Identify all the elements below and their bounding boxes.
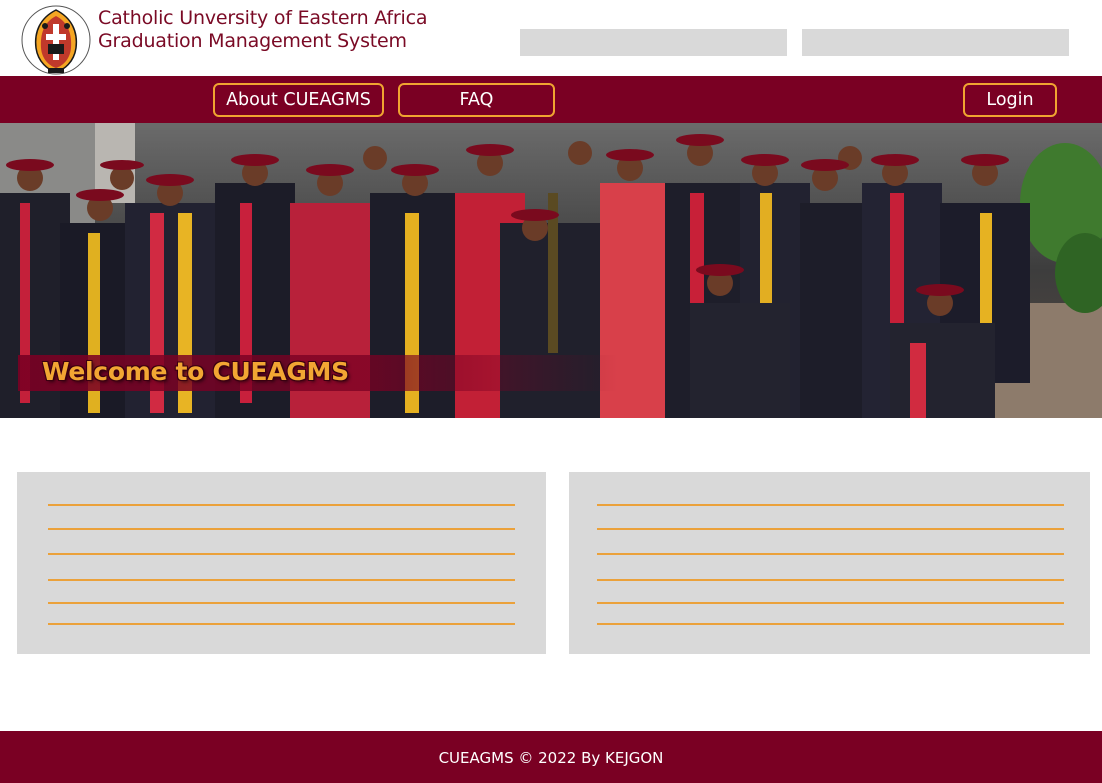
about-button[interactable]: About CUEAGMS bbox=[213, 83, 384, 117]
hero-banner: Welcome to CUEAGMS bbox=[0, 123, 1102, 418]
site-title-line2: Graduation Management System bbox=[98, 29, 407, 52]
header-placeholder-box-1 bbox=[520, 29, 787, 56]
panel-line bbox=[597, 553, 1064, 555]
content-panel-left bbox=[17, 472, 546, 654]
panel-line bbox=[48, 579, 515, 581]
panel-line bbox=[597, 623, 1064, 625]
panel-line bbox=[48, 602, 515, 604]
faq-button[interactable]: FAQ bbox=[398, 83, 555, 117]
panel-line bbox=[48, 553, 515, 555]
content-panel-right bbox=[569, 472, 1090, 654]
site-footer: CUEAGMS © 2022 By KEJGON bbox=[0, 731, 1102, 783]
panel-line bbox=[597, 504, 1064, 506]
university-crest-icon[interactable] bbox=[20, 4, 92, 76]
panel-line bbox=[597, 602, 1064, 604]
site-title: Catholic Unversity of Eastern Africa Gra… bbox=[98, 7, 427, 52]
footer-copyright: CUEAGMS © 2022 By KEJGON bbox=[438, 749, 664, 767]
panel-line bbox=[597, 579, 1064, 581]
site-header: Catholic Unversity of Eastern Africa Gra… bbox=[0, 0, 1102, 76]
login-button[interactable]: Login bbox=[963, 83, 1057, 117]
panel-line bbox=[48, 528, 515, 530]
nav-bar: About CUEAGMS FAQ Login bbox=[0, 76, 1102, 123]
welcome-heading: Welcome to CUEAGMS bbox=[42, 357, 349, 386]
site-title-line1: Catholic Unversity of Eastern Africa bbox=[98, 7, 428, 29]
panel-line bbox=[48, 504, 515, 506]
panel-line bbox=[48, 623, 515, 625]
header-placeholder-box-2 bbox=[802, 29, 1069, 56]
panel-line bbox=[597, 528, 1064, 530]
